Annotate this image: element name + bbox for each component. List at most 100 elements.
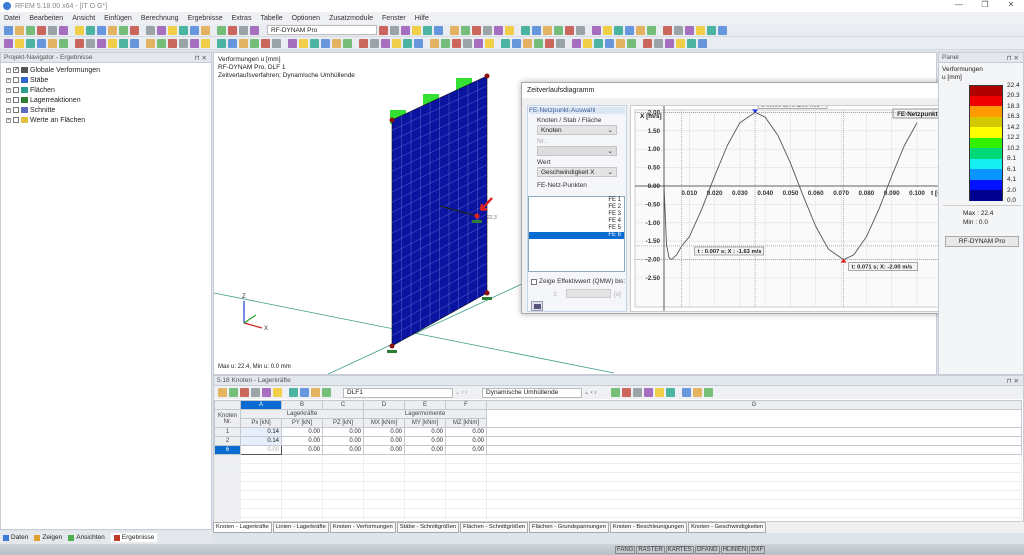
toolbar-button-icon[interactable] — [240, 388, 249, 397]
close-button[interactable]: ✕ — [998, 0, 1024, 9]
column-letter[interactable]: B — [281, 400, 323, 410]
menu-ergebnisse[interactable]: Ergebnisse — [188, 15, 223, 22]
table-row[interactable]: 6 0.00 0.00 0.00 0.00 0.00 0.00 — [214, 445, 1022, 455]
row-number[interactable]: 2 — [214, 436, 241, 446]
selected-node[interactable] — [474, 213, 480, 219]
table-cell[interactable]: 0.00 — [404, 445, 446, 455]
table-cell[interactable]: 0.14 — [240, 427, 282, 437]
toolbar-button-icon[interactable] — [605, 38, 614, 48]
expand-icon[interactable]: + — [6, 67, 11, 73]
toolbar-button-icon[interactable] — [644, 388, 653, 397]
nav-tab[interactable]: Zeigen — [34, 534, 62, 541]
toolbar-button-icon[interactable] — [299, 38, 308, 48]
menu-zusatzmodule[interactable]: Zusatzmodule — [329, 15, 373, 22]
checkbox[interactable]: ✓ — [13, 67, 19, 73]
toolbar-button-icon[interactable] — [622, 388, 631, 397]
toolbar-button-icon[interactable] — [97, 38, 106, 48]
toolbar-button-icon[interactable] — [401, 25, 410, 35]
toolbar-button-icon[interactable] — [359, 38, 368, 48]
status-toggle-ofang[interactable]: OFANG — [694, 545, 720, 554]
toolbar-button-icon[interactable] — [322, 388, 331, 397]
toolbar-button-icon[interactable] — [217, 38, 226, 48]
table-tab[interactable]: Knoten - Beschleunigungen — [609, 522, 688, 533]
toolbar-button-icon[interactable] — [228, 25, 237, 35]
nav-item[interactable]: + ✓ Globale Verformungen — [1, 65, 211, 75]
nav-item[interactable]: + Stäbe — [1, 75, 211, 85]
expand-icon[interactable]: + — [6, 117, 11, 123]
table-tab[interactable]: Flächen - Grundspannungen — [529, 522, 609, 533]
toolbar-button-icon[interactable] — [707, 25, 716, 35]
status-toggle-fang[interactable]: FANG — [615, 545, 636, 554]
toolbar-button-icon[interactable] — [414, 38, 423, 48]
toolbar-button-icon[interactable] — [15, 38, 24, 48]
toolbar-button-icon[interactable] — [512, 38, 521, 48]
module-combo[interactable]: RF-DYNAM Pro — [267, 25, 377, 35]
fe-point-item[interactable]: FE 2 — [529, 204, 624, 211]
toolbar-button-icon[interactable] — [676, 38, 685, 48]
nr-select[interactable]: ⌄ — [537, 146, 617, 156]
toolbar-button-icon[interactable] — [273, 388, 282, 397]
toolbar-button-icon[interactable] — [674, 25, 683, 35]
toolbar-button-icon[interactable] — [146, 38, 155, 48]
toolbar-button-icon[interactable] — [556, 38, 565, 48]
toolbar-button-icon[interactable] — [603, 25, 612, 35]
checkbox[interactable] — [13, 107, 19, 113]
status-toggle-dxf[interactable]: DXF — [749, 545, 766, 554]
toolbar-button-icon[interactable] — [532, 25, 541, 35]
column-letter[interactable]: A — [240, 400, 282, 410]
toolbar-button-icon[interactable] — [251, 388, 260, 397]
toolbar-button-icon[interactable] — [441, 38, 450, 48]
print-button[interactable] — [531, 301, 543, 311]
toolbar-button-icon[interactable] — [119, 25, 128, 35]
toolbar-button-icon[interactable] — [48, 38, 57, 48]
toolbar-button-icon[interactable] — [310, 38, 319, 48]
toolbar-button-icon[interactable] — [572, 38, 581, 48]
toolbar-button-icon[interactable] — [505, 25, 514, 35]
node[interactable] — [389, 117, 395, 123]
toolbar-button-icon[interactable] — [666, 388, 675, 397]
type-select[interactable]: Knoten ⌄ — [537, 125, 617, 135]
toolbar-button-icon[interactable] — [463, 38, 472, 48]
minimize-button[interactable]: — — [946, 0, 972, 9]
column-letter[interactable]: E — [404, 400, 446, 410]
expand-icon[interactable]: + — [6, 77, 11, 83]
toolbar-button-icon[interactable] — [643, 38, 652, 48]
table-cell[interactable]: 0.00 — [363, 427, 405, 437]
fe-point-list[interactable]: FE 1 FE 2 FE 3 FE 4 FE 5 FE 6 — [528, 196, 625, 272]
column-letter[interactable]: D — [363, 400, 405, 410]
toolbar-button-icon[interactable] — [190, 25, 199, 35]
toolbar-button-icon[interactable] — [483, 25, 492, 35]
toolbar-button-icon[interactable] — [655, 388, 664, 397]
table-cell[interactable]: 0.00 — [322, 436, 364, 446]
toolbar-button-icon[interactable] — [636, 25, 645, 35]
toolbar-button-icon[interactable] — [239, 25, 248, 35]
toolbar-button-icon[interactable] — [157, 25, 166, 35]
toolbar-button-icon[interactable] — [583, 38, 592, 48]
table-tab[interactable]: Stäbe - Schnittgrößen — [396, 522, 460, 533]
toolbar-button-icon[interactable] — [704, 388, 713, 397]
toolbar-button-icon[interactable] — [665, 38, 674, 48]
toolbar-button-icon[interactable] — [179, 38, 188, 48]
toolbar-button-icon[interactable] — [4, 38, 13, 48]
toolbar-button-icon[interactable] — [543, 25, 552, 35]
nav-tab[interactable]: Ansichten — [68, 534, 105, 541]
nav-tab[interactable]: Ergebnisse — [110, 533, 158, 542]
toolbar-button-icon[interactable] — [379, 25, 388, 35]
pin-close-icons[interactable]: ⊓ ✕ — [1007, 54, 1019, 62]
toolbar-button-icon[interactable] — [168, 38, 177, 48]
toolbar-button-icon[interactable] — [146, 25, 155, 35]
table-cell[interactable]: 0.14 — [240, 436, 282, 446]
menu-tabelle[interactable]: Tabelle — [260, 15, 282, 22]
nav-item[interactable]: + Schnitte — [1, 105, 211, 115]
toolbar-button-icon[interactable] — [685, 25, 694, 35]
nav-tab[interactable]: Daten — [3, 534, 28, 541]
menu-optionen[interactable]: Optionen — [292, 15, 320, 22]
toolbar-button-icon[interactable] — [190, 38, 199, 48]
toolbar-button-icon[interactable] — [157, 38, 166, 48]
toolbar-button-icon[interactable] — [119, 38, 128, 48]
toolbar-button-icon[interactable] — [452, 38, 461, 48]
toolbar-button-icon[interactable] — [430, 38, 439, 48]
table-cell[interactable]: 0.00 — [322, 427, 364, 437]
toolbar-button-icon[interactable] — [300, 388, 309, 397]
toolbar-button-icon[interactable] — [4, 25, 13, 35]
